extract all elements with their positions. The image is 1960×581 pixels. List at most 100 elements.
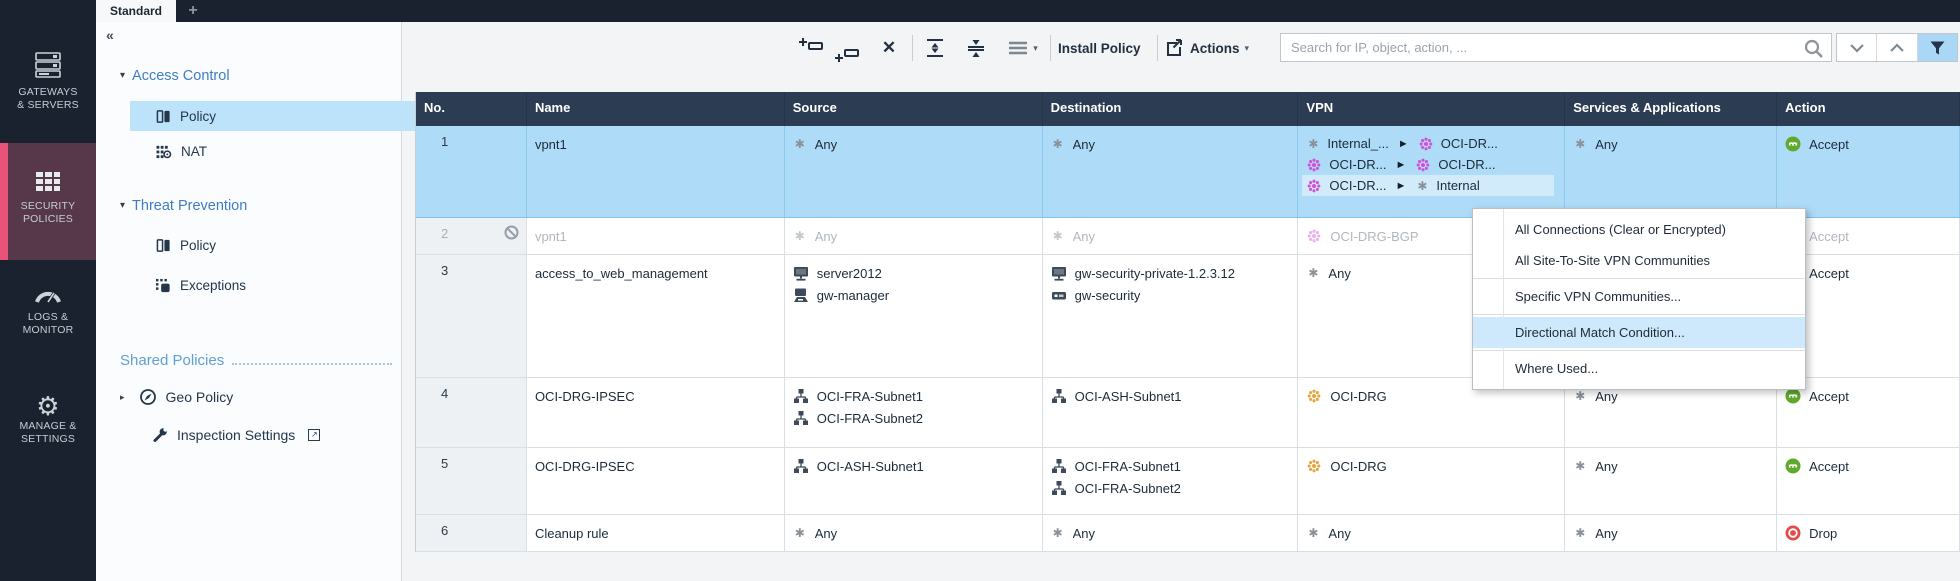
vpn-cell[interactable]: OCI-DRG (1298, 448, 1565, 514)
name-cell[interactable]: vpnt1 (527, 218, 785, 254)
source-cell[interactable]: server2012gw-manager (785, 255, 1043, 377)
destination-cell[interactable]: ✱Any (1043, 515, 1299, 551)
install-policy-button[interactable]: Install Policy (1058, 36, 1141, 60)
object-entry[interactable]: ✱Any (793, 522, 1036, 544)
name-cell[interactable]: access_to_web_management (527, 255, 785, 377)
destination-cell[interactable]: OCI-ASH-Subnet1 (1043, 378, 1299, 447)
rule-number-cell[interactable]: 6 (416, 515, 527, 551)
tree-item-exceptions[interactable]: Exceptions (156, 270, 246, 300)
expand-rows-button[interactable] (922, 36, 948, 60)
source-cell[interactable]: ✱Any (785, 126, 1043, 217)
search-input[interactable] (1281, 34, 1831, 61)
actions-button[interactable]: Actions ▾ (1165, 36, 1249, 60)
object-entry[interactable]: OCI-FRA-Subnet2 (1051, 477, 1292, 499)
column-header-no-[interactable]: No. (416, 92, 527, 126)
object-entry[interactable]: ✱Any (1051, 225, 1292, 247)
destination-cell[interactable]: OCI-FRA-Subnet1OCI-FRA-Subnet2 (1043, 448, 1299, 514)
sidebar-item-manage-settings[interactable]: ⚙ MANAGE & SETTINGS (0, 392, 96, 446)
vpn-directional-entry[interactable]: OCI-DR...►✱Internal (1302, 175, 1554, 196)
action-entry[interactable]: Drop (1785, 522, 1953, 544)
destination-cell[interactable]: gw-security-private-1.2.3.12gw-security (1043, 255, 1299, 377)
tree-group-threat-prevention[interactable]: ▾Threat Prevention (120, 198, 247, 214)
object-entry[interactable]: OCI-FRA-Subnet2 (793, 407, 1036, 429)
rule-number-cell[interactable]: 3 (416, 255, 527, 377)
name-cell[interactable]: OCI-DRG-IPSEC (527, 378, 785, 447)
vpn-cell[interactable]: ✱Any (1298, 515, 1565, 551)
object-entry[interactable]: OCI-FRA-Subnet1 (793, 385, 1036, 407)
action-cell[interactable]: Accept (1777, 448, 1960, 514)
action-entry[interactable]: Accept (1785, 225, 1953, 247)
sidebar-item-logs-monitor[interactable]: LOGS & MONITOR (0, 283, 96, 337)
menu-item-all-connections-clear-or-encrypted[interactable]: All Connections (Clear or Encrypted) (1473, 214, 1805, 245)
action-cell[interactable]: Drop (1777, 515, 1960, 551)
object-entry[interactable]: ✱Any (793, 225, 1036, 247)
source-cell[interactable]: OCI-ASH-Subnet1 (785, 448, 1043, 514)
vpn-directional-entry[interactable]: OCI-DR...►OCI-DR... (1302, 154, 1558, 175)
column-header-name[interactable]: Name (527, 92, 785, 126)
collapse-rows-button[interactable] (963, 36, 989, 60)
new-tab-button[interactable]: + (176, 0, 210, 22)
rule-number-cell[interactable]: 5 (416, 448, 527, 514)
column-header-vpn[interactable]: VPN (1298, 92, 1565, 126)
name-cell[interactable]: OCI-DRG-IPSEC (527, 448, 785, 514)
object-entry[interactable]: gw-manager (793, 284, 1036, 306)
action-entry[interactable]: Accept (1785, 385, 1953, 407)
destination-cell[interactable]: ✱Any (1043, 218, 1299, 254)
services-cell[interactable]: ✱Any (1565, 515, 1777, 551)
object-entry[interactable]: ✱Any (1573, 133, 1770, 155)
destination-cell[interactable]: ✱Any (1043, 126, 1299, 217)
object-entry[interactable]: ✱Any (1306, 522, 1558, 544)
find-previous-button[interactable] (1877, 34, 1917, 61)
column-header-destination[interactable]: Destination (1043, 92, 1299, 126)
action-cell[interactable]: Accept (1777, 126, 1960, 217)
tree-item-inspection-settings[interactable]: Inspection Settings ↗ (152, 420, 320, 450)
rule-number-cell[interactable]: 4 (416, 378, 527, 447)
object-entry[interactable]: ✱Any (1051, 522, 1292, 544)
source-cell[interactable]: ✱Any (785, 218, 1043, 254)
delete-rule-button[interactable]: ✕ (876, 36, 902, 60)
action-entry[interactable]: Accept (1785, 262, 1953, 284)
column-header-action[interactable]: Action (1777, 92, 1960, 126)
services-cell[interactable]: ✱Any (1565, 448, 1777, 514)
object-entry[interactable]: ✱Any (1051, 133, 1292, 155)
object-entry[interactable]: ✱Any (1573, 522, 1770, 544)
object-entry[interactable]: OCI-FRA-Subnet1 (1051, 455, 1292, 477)
vpn-cell[interactable]: ✱Internal_...►OCI-DR...OCI-DR...►OCI-DR.… (1298, 126, 1565, 217)
object-entry[interactable]: ✱Any (1573, 455, 1770, 477)
rule-row-5[interactable]: 5OCI-DRG-IPSEC OCI-ASH-Subnet1 OCI-FRA-Sub… (416, 448, 1960, 515)
menu-item-where-used[interactable]: Where Used... (1473, 353, 1805, 384)
rule-number-cell[interactable]: 1 (416, 126, 527, 217)
tree-group-access-control[interactable]: ▾Access Control (120, 68, 230, 84)
column-header-services-applications[interactable]: Services & Applications (1565, 92, 1777, 126)
object-entry[interactable]: OCI-DRG (1306, 455, 1558, 477)
vpn-directional-entry[interactable]: ✱Internal_...►OCI-DR... (1302, 133, 1558, 154)
menu-item-specific-vpn-communities[interactable]: Specific VPN Communities... (1473, 281, 1805, 312)
name-cell[interactable]: Cleanup rule (527, 515, 785, 551)
add-rule-below-button[interactable] (833, 40, 861, 66)
column-header-source[interactable]: Source (785, 92, 1043, 126)
tree-item-threat-policy[interactable]: Policy (156, 230, 216, 260)
chevron-right-icon[interactable]: ▸ (120, 392, 125, 403)
object-entry[interactable]: ✱Any (793, 133, 1036, 155)
menu-item-all-site-to-site-vpn-communities[interactable]: All Site-To-Site VPN Communities (1473, 245, 1805, 276)
find-next-button[interactable] (1837, 34, 1877, 61)
object-entry[interactable]: OCI-ASH-Subnet1 (793, 455, 1036, 477)
sidebar-item-security-policies[interactable]: SECURITY POLICIES (0, 143, 96, 260)
object-entry[interactable]: server2012 (793, 262, 1036, 284)
action-entry[interactable]: Accept (1785, 133, 1953, 155)
object-entry[interactable]: gw-security-private-1.2.3.12 (1051, 262, 1292, 284)
menu-item-directional-match-condition[interactable]: Directional Match Condition... (1473, 317, 1805, 348)
action-entry[interactable]: Accept (1785, 455, 1953, 477)
sidebar-item-gateways-servers[interactable]: GATEWAYS & SERVERS (0, 50, 96, 112)
object-entry[interactable]: OCI-ASH-Subnet1 (1051, 385, 1292, 407)
services-cell[interactable]: ✱Any (1565, 126, 1777, 217)
tree-item-access-policy[interactable]: Policy (130, 101, 416, 131)
tab-standard[interactable]: Standard (96, 0, 176, 22)
collapse-panel-button[interactable]: « (106, 27, 114, 43)
name-cell[interactable]: vpnt1 (527, 126, 785, 217)
source-cell[interactable]: ✱Any (785, 515, 1043, 551)
source-cell[interactable]: OCI-FRA-Subnet1OCI-FRA-Subnet2 (785, 378, 1043, 447)
add-rule-above-button[interactable] (797, 34, 825, 60)
filter-button[interactable] (1918, 34, 1957, 61)
rule-row-6[interactable]: 6Cleanup rule ✱Any ✱Any ✱Any ✱Any Drop (416, 515, 1960, 552)
